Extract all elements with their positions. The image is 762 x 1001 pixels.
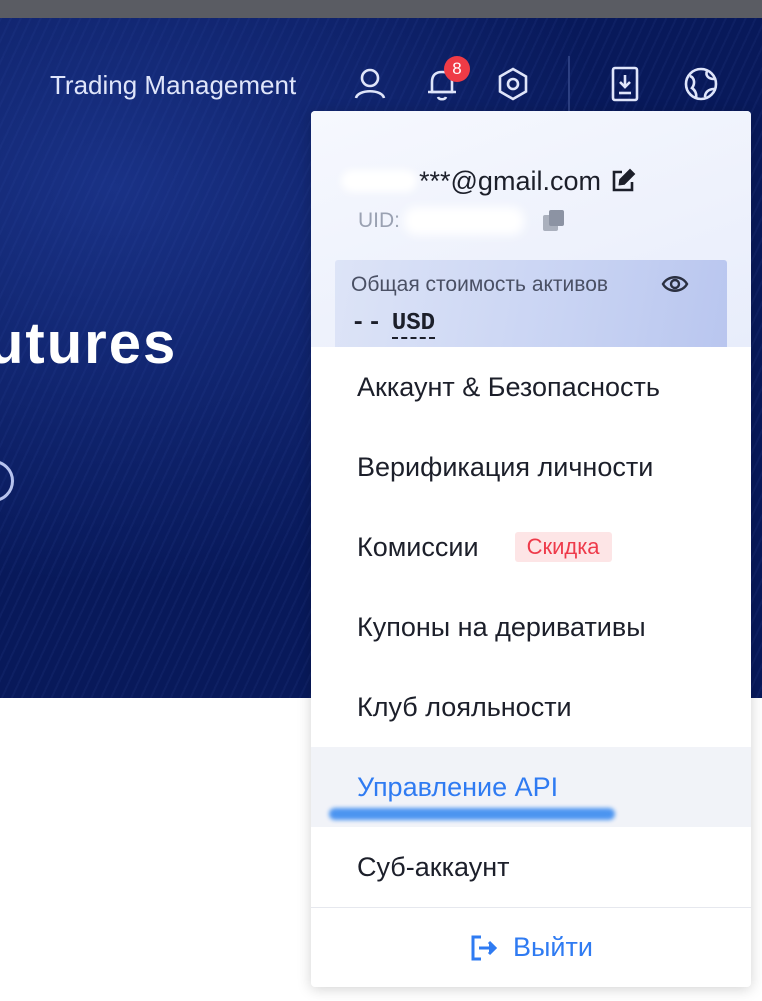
nav-divider xyxy=(568,56,570,114)
menu-item-label: Управление API xyxy=(357,771,559,802)
menu-item-sub-account[interactable]: Суб-аккаунт xyxy=(311,827,751,907)
logout-label: Выйти xyxy=(513,932,593,962)
logout-button[interactable]: Выйти xyxy=(311,908,751,987)
top-strip xyxy=(0,0,762,18)
discount-badge: Скидка xyxy=(514,532,612,562)
highlight-underline xyxy=(329,808,615,820)
email-redaction xyxy=(341,170,417,192)
uid-row: UID: xyxy=(358,206,568,236)
menu-item-label: Суб-аккаунт xyxy=(357,851,510,882)
uid-redaction xyxy=(404,207,524,235)
assets-amount: -- xyxy=(351,310,384,337)
total-assets-label: Общая стоимость активов xyxy=(351,273,609,296)
menu-item-identity-verification[interactable]: Верификация личности xyxy=(311,427,751,507)
menu-item-label: Аккаунт & Безопасность xyxy=(357,371,660,402)
account-summary: ***@gmail.com UID: Общая стоимость актив… xyxy=(311,111,751,352)
menu-item-api-management[interactable]: Управление API xyxy=(311,747,751,827)
user-icon[interactable] xyxy=(350,64,390,104)
settings-hex-icon[interactable] xyxy=(493,64,533,104)
menu-item-label: Клуб лояльности xyxy=(357,691,572,722)
account-dropdown-menu: ***@gmail.com UID: Общая стоимость актив… xyxy=(311,111,751,987)
menu-item-account-security[interactable]: Аккаунт & Безопасность xyxy=(311,347,751,427)
menu-item-fees[interactable]: Комиссии Скидка xyxy=(311,507,751,587)
assets-currency[interactable]: USD xyxy=(391,310,436,339)
logout-icon xyxy=(471,935,498,960)
globe-icon[interactable] xyxy=(681,64,721,104)
menu-item-label: Купоны на деривативы xyxy=(357,611,646,642)
eye-icon[interactable] xyxy=(661,272,689,296)
menu-item-label: Комиссии xyxy=(357,531,479,562)
total-assets-value: -- USD xyxy=(351,310,436,339)
copy-icon[interactable] xyxy=(540,207,568,235)
email-row: ***@gmail.com xyxy=(341,163,637,199)
total-assets-card: Общая стоимость активов -- USD xyxy=(335,260,727,352)
uid-label: UID: xyxy=(358,209,400,232)
menu-item-label: Верификация личности xyxy=(357,451,654,482)
menu-item-loyalty-club[interactable]: Клуб лояльности xyxy=(311,667,751,747)
download-icon[interactable] xyxy=(605,64,645,104)
hero-circle-icon[interactable] xyxy=(0,460,14,502)
notification-badge: 8 xyxy=(444,56,470,82)
menu-item-derivative-coupons[interactable]: Купоны на деривативы xyxy=(311,587,751,667)
nav-trading-management[interactable]: Trading Management xyxy=(50,70,296,101)
account-email: ***@gmail.com xyxy=(419,165,601,196)
edit-icon[interactable] xyxy=(609,167,637,195)
hero-title: utures xyxy=(0,311,178,376)
